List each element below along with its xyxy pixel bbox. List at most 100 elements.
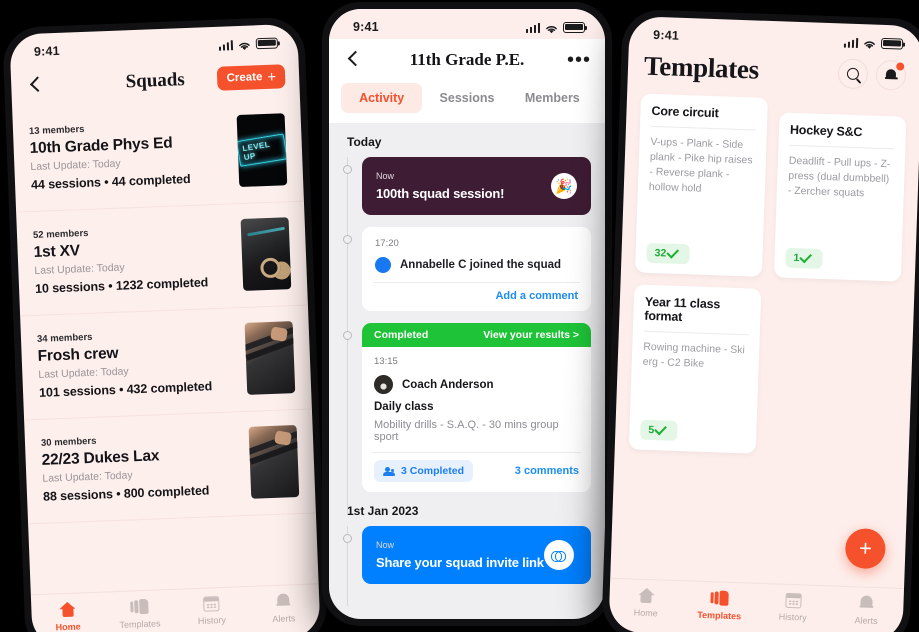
template-usage-count: 32 <box>654 247 667 260</box>
detail-tabs: Activity Sessions Members <box>329 81 605 123</box>
back-button[interactable] <box>25 74 48 97</box>
squad-thumbnail <box>240 216 292 291</box>
people-icon <box>383 466 395 476</box>
check-icon <box>671 250 681 257</box>
completed-session-card[interactable]: Completed View your results > 13:15 Coac… <box>362 323 591 492</box>
add-comment-link[interactable]: Add a comment <box>375 290 578 302</box>
status-icons <box>843 36 904 50</box>
tab-label: History <box>197 614 227 626</box>
event-time: 17:20 <box>375 238 399 249</box>
squad-info: 13 members 10th Grade Phys Ed Last Updat… <box>29 118 229 192</box>
status-badge: Completed <box>374 329 429 341</box>
status-icons <box>525 21 587 33</box>
bottom-tab-bar: Home Templates History Alerts <box>608 577 905 632</box>
tab-label: Alerts <box>854 615 878 627</box>
tab-home[interactable]: Home <box>609 586 684 620</box>
status-bar: 9:41 <box>329 9 605 39</box>
tab-history[interactable]: History <box>175 594 248 627</box>
template-card[interactable]: Hockey S&C Deadlift - Pull ups - Z-press… <box>773 112 907 282</box>
squad-list-item[interactable]: 52 members 1st XV Last Update: Today 10 … <box>16 201 308 317</box>
page-title: Templates <box>643 50 760 85</box>
squads-screen: 9:41 Squads Create + 13 members 10th Gra… <box>9 23 321 632</box>
phone-squads: 9:41 Squads Create + 13 members 10th Gra… <box>2 16 328 632</box>
timeline-rail <box>343 526 352 606</box>
battery-icon <box>255 36 279 49</box>
squad-thumbnail: LEVEL UP <box>236 112 288 187</box>
create-button[interactable]: Create + <box>217 64 286 91</box>
squad-thumbnail <box>248 424 300 499</box>
squad-info: 30 members 22/23 Dukes Lax Last Update: … <box>41 430 241 504</box>
wifi-icon <box>863 38 876 49</box>
squad-list-item[interactable]: 30 members 22/23 Dukes Lax Last Update: … <box>24 409 316 525</box>
plus-icon: + <box>267 68 277 86</box>
session-description: Mobility drills - S.A.Q. - 30 mins group… <box>374 419 559 443</box>
ellipsis-icon[interactable]: ••• <box>567 50 591 70</box>
tab-history[interactable]: History <box>756 591 831 624</box>
tab-sessions[interactable]: Sessions <box>426 83 507 113</box>
tab-label: Alerts <box>272 613 296 625</box>
detail-header: 11th Grade P.E. ••• <box>329 39 605 81</box>
member-joined-card: 17:20 Annabelle C joined the squad Add a… <box>362 227 591 311</box>
share-headline: Share your squad invite link <box>376 555 544 570</box>
view-results-link[interactable]: View your results > <box>483 329 579 341</box>
check-icon <box>804 255 814 262</box>
squad-info: 34 members Frosh crew Last Update: Today… <box>37 326 237 399</box>
back-button[interactable] <box>343 49 365 71</box>
joined-row: Annabelle C joined the squad <box>375 257 578 273</box>
search-icon <box>846 67 860 80</box>
timeline-rail <box>343 157 352 237</box>
tab-alerts[interactable]: Alerts <box>829 593 904 627</box>
tab-alerts[interactable]: Alerts <box>247 591 320 625</box>
tab-members[interactable]: Members <box>512 83 593 113</box>
template-description: V-ups - Plank - Side plank - Pike hip ra… <box>648 135 753 195</box>
templates-grid: Core circuit V-ups - Plank - Side plank … <box>615 89 919 459</box>
tab-label: Home <box>633 607 658 619</box>
template-usage-badge: 32 <box>646 242 690 265</box>
session-title: Daily class <box>374 401 434 413</box>
feed-day-label: Today <box>347 135 382 149</box>
bell-icon <box>884 67 898 81</box>
party-popper-icon: 🎉 <box>551 173 577 199</box>
feed-item: Now 100th squad session! 🎉 <box>343 157 591 237</box>
alerts-button[interactable] <box>875 59 907 91</box>
tab-home[interactable]: Home <box>31 600 104 632</box>
template-card[interactable]: Core circuit V-ups - Plank - Side plank … <box>634 93 769 277</box>
timeline-dot <box>343 165 352 174</box>
tab-templates[interactable]: Templates <box>103 597 176 631</box>
calendar-icon <box>785 592 802 609</box>
squad-stats: 44 sessions • 44 completed <box>30 171 191 192</box>
completed-count-chip[interactable]: 3 Completed <box>374 460 474 482</box>
timeline-rail <box>343 227 352 333</box>
coach-row: Coach Anderson <box>374 375 579 394</box>
tab-label: Home <box>55 621 81 632</box>
home-icon <box>637 587 656 605</box>
link-icon[interactable] <box>543 540 574 570</box>
completed-count-label: 3 Completed <box>401 465 465 477</box>
status-time: 9:41 <box>652 27 680 43</box>
template-card[interactable]: Year 11 class format Rowing machine - Sk… <box>628 284 762 454</box>
tab-templates[interactable]: Templates <box>682 588 757 622</box>
template-name: Year 11 class format <box>644 294 721 325</box>
squad-list-item[interactable]: 34 members Frosh crew Last Update: Today… <box>20 305 312 421</box>
milestone-time: Now <box>376 171 395 181</box>
share-invite-card[interactable]: Now Share your squad invite link <box>362 526 591 584</box>
completed-footer: 3 Completed 3 comments <box>374 460 579 482</box>
create-button-label: Create <box>226 71 263 85</box>
home-icon <box>58 601 77 619</box>
template-usage-badge: 1 <box>785 247 823 269</box>
joined-text: Annabelle C joined the squad <box>400 259 562 271</box>
tab-activity[interactable]: Activity <box>341 83 423 113</box>
comments-link[interactable]: 3 comments <box>515 465 579 477</box>
status-time: 9:41 <box>353 20 379 34</box>
page-title: 11th Grade P.E. <box>409 50 525 69</box>
tab-label: Templates <box>119 618 161 630</box>
battery-icon <box>880 37 904 50</box>
feed-item: 17:20 Annabelle C joined the squad Add a… <box>343 227 591 333</box>
feed-item: Now Share your squad invite link <box>343 526 591 606</box>
squad-stats: 88 sessions • 800 completed <box>42 482 210 504</box>
milestone-card[interactable]: Now 100th squad session! 🎉 <box>362 157 591 215</box>
squad-list-item[interactable]: 13 members 10th Grade Phys Ed Last Updat… <box>12 97 304 213</box>
tab-label: Templates <box>697 609 742 622</box>
feed-item: Completed View your results > 13:15 Coac… <box>343 323 591 514</box>
search-button[interactable] <box>837 57 869 89</box>
